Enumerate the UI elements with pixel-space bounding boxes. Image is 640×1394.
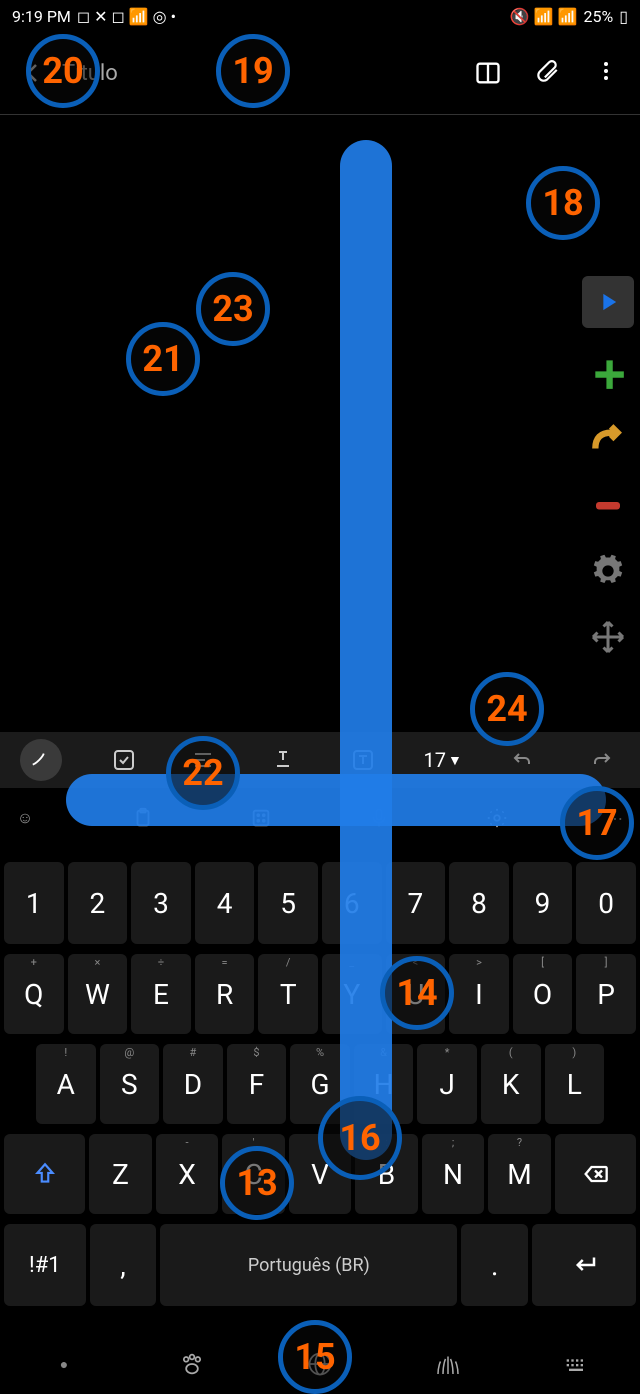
- undo-icon[interactable]: [504, 742, 540, 778]
- header-divider: [0, 114, 640, 115]
- marker-13: 13: [220, 1146, 294, 1220]
- key-q[interactable]: +Q: [4, 954, 64, 1034]
- kb-row-2: !A @S #D $F %G &H *J (K )L: [4, 1044, 636, 1124]
- key-k[interactable]: (K: [481, 1044, 541, 1124]
- key-f[interactable]: $F: [227, 1044, 287, 1124]
- nav-dot-icon[interactable]: ●: [46, 1346, 82, 1382]
- status-battery: 25%: [583, 7, 613, 26]
- key-j[interactable]: *J: [417, 1044, 477, 1124]
- key-w[interactable]: ×W: [68, 954, 128, 1034]
- status-bar: 9:19 PM ◻ ✕ ◻ 📶 ◎ • 🔇 📶 📶 25% ▯: [0, 0, 640, 32]
- key-x[interactable]: -X: [156, 1134, 219, 1214]
- marker-22: 22: [166, 736, 240, 810]
- redo-icon[interactable]: [584, 742, 620, 778]
- key-l[interactable]: )L: [545, 1044, 605, 1124]
- status-time: 9:19 PM: [12, 7, 71, 26]
- more-icon[interactable]: [594, 59, 622, 87]
- key-backspace[interactable]: [555, 1134, 636, 1214]
- key-s[interactable]: @S: [100, 1044, 160, 1124]
- key-comma[interactable]: ,: [90, 1224, 157, 1306]
- status-icons-left: ◻ ✕ ◻ 📶 ◎ •: [77, 7, 176, 26]
- gear-icon[interactable]: [587, 550, 629, 592]
- marker-20: 20: [26, 34, 100, 108]
- side-tools: [582, 276, 634, 658]
- marker-14: 14: [380, 956, 454, 1030]
- minus-icon[interactable]: [587, 484, 629, 526]
- key-8[interactable]: 8: [449, 862, 509, 944]
- marker-18: 18: [526, 166, 600, 240]
- pen-tool[interactable]: [20, 739, 62, 781]
- key-i[interactable]: >I: [449, 954, 509, 1034]
- key-7[interactable]: 7: [386, 862, 446, 944]
- key-e[interactable]: ÷E: [131, 954, 191, 1034]
- redo-arrow-icon[interactable]: [587, 418, 629, 460]
- kb-row-1: +Q ×W ÷E =R /T _Y <U >I [O ]P: [4, 954, 636, 1034]
- key-4[interactable]: 4: [195, 862, 255, 944]
- key-9[interactable]: 9: [513, 862, 573, 944]
- key-shift[interactable]: [4, 1134, 85, 1214]
- play-button[interactable]: [582, 276, 634, 328]
- key-space[interactable]: Português (BR): [160, 1224, 457, 1306]
- reader-icon[interactable]: [474, 59, 502, 87]
- overlay-horizontal-bar: [66, 774, 606, 826]
- marker-17: 17: [560, 786, 634, 860]
- font-size-select[interactable]: 17▼: [425, 742, 461, 778]
- nav-grass-icon[interactable]: [430, 1346, 466, 1382]
- nav-keyboard-icon[interactable]: [558, 1346, 594, 1382]
- checkbox-icon[interactable]: [106, 742, 142, 778]
- key-5[interactable]: 5: [258, 862, 318, 944]
- key-symbols[interactable]: !#1: [4, 1224, 86, 1306]
- kb-row-numbers: 1 2 3 4 5 6 7 8 9 0: [4, 862, 636, 944]
- battery-icon: ▯: [619, 7, 628, 26]
- key-r[interactable]: =R: [195, 954, 255, 1034]
- attachment-icon[interactable]: [534, 59, 562, 87]
- key-3[interactable]: 3: [131, 862, 191, 944]
- keyboard: 1 2 3 4 5 6 7 8 9 0 +Q ×W ÷E =R /T _Y <U…: [0, 862, 640, 1316]
- marker-15: 15: [278, 1320, 352, 1394]
- underline-icon[interactable]: [265, 742, 301, 778]
- key-t[interactable]: /T: [258, 954, 318, 1034]
- key-o[interactable]: [O: [513, 954, 573, 1034]
- key-0[interactable]: 0: [576, 862, 636, 944]
- marker-16: 16: [318, 1096, 402, 1180]
- key-enter[interactable]: [532, 1224, 636, 1306]
- emoji-icon[interactable]: ☺: [10, 803, 40, 833]
- marker-24: 24: [470, 672, 544, 746]
- nav-paw-icon[interactable]: [174, 1346, 210, 1382]
- key-m[interactable]: ?M: [488, 1134, 551, 1214]
- key-a[interactable]: !A: [36, 1044, 96, 1124]
- key-n[interactable]: ;N: [422, 1134, 485, 1214]
- marker-21: 21: [126, 322, 200, 396]
- key-z[interactable]: Z: [89, 1134, 152, 1214]
- key-d[interactable]: #D: [163, 1044, 223, 1124]
- key-period[interactable]: .: [461, 1224, 528, 1306]
- key-1[interactable]: 1: [4, 862, 64, 944]
- marker-23: 23: [196, 272, 270, 346]
- key-p[interactable]: ]P: [576, 954, 636, 1034]
- status-icons-right: 🔇 📶 📶: [510, 7, 578, 26]
- plus-icon[interactable]: [587, 352, 629, 394]
- marker-19: 19: [216, 34, 290, 108]
- kb-row-4: !#1 , Português (BR) .: [4, 1224, 636, 1306]
- move-icon[interactable]: [587, 616, 629, 658]
- key-2[interactable]: 2: [68, 862, 128, 944]
